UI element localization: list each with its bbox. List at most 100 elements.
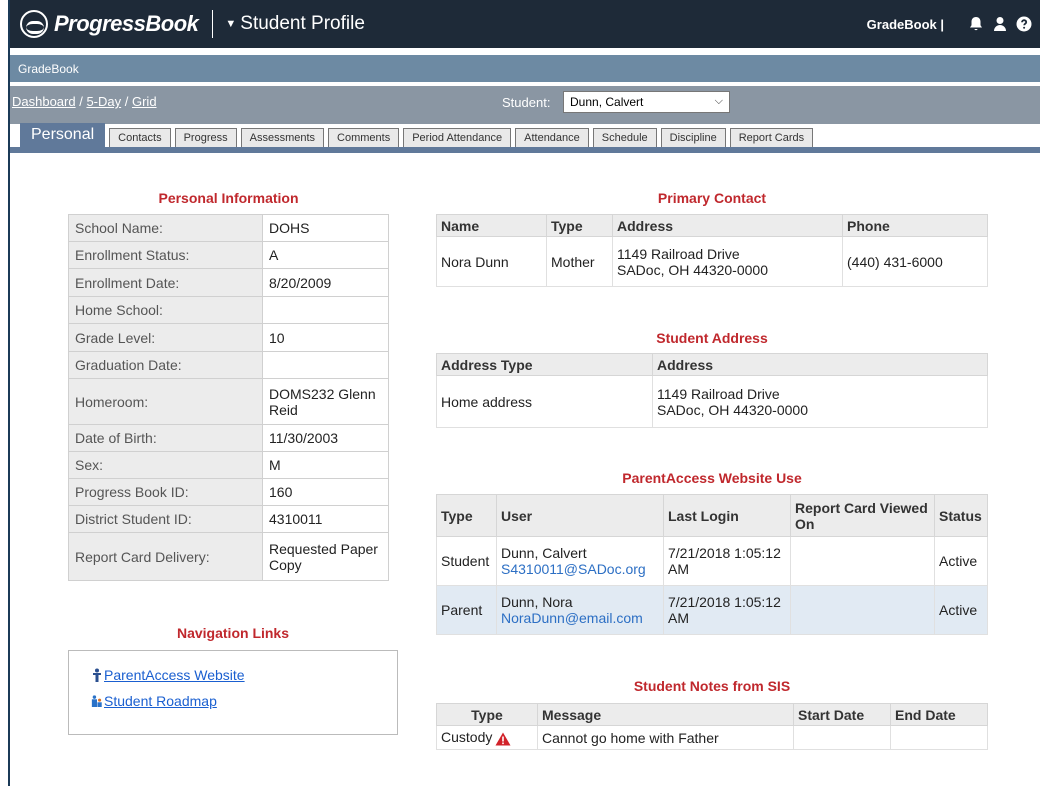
breadcrumb-dashboard[interactable]: Dashboard	[12, 94, 76, 109]
help-icon[interactable]	[1016, 16, 1032, 32]
app-frame: ProgressBook ▼ Student Profile GradeBook…	[8, 0, 1040, 786]
table-row: Student Dunn, Calvert S4310011@SADoc.org …	[436, 536, 988, 586]
field-label: School Name:	[68, 214, 263, 242]
column-header: Type	[546, 214, 613, 237]
field-label: Progress Book ID:	[68, 478, 263, 506]
table-row: District Student ID: 4310011	[68, 505, 389, 533]
note-type: Custody	[436, 725, 538, 750]
note-end-date	[890, 725, 988, 750]
person-icon	[93, 668, 101, 682]
tab-period-attendance[interactable]: Period Attendance	[403, 128, 512, 147]
tab-schedule[interactable]: Schedule	[592, 128, 657, 147]
brand-name: ProgressBook	[54, 11, 199, 36]
app-switcher[interactable]: ▼ Student Profile	[225, 13, 365, 35]
title-divider	[212, 10, 214, 38]
table-header-row: Name Type Address Phone	[436, 214, 988, 237]
subbar-gradebook-link[interactable]: GradeBook	[18, 62, 79, 76]
student-roadmap-label: Student Roadmap	[104, 693, 217, 709]
table-row: Enrollment Date: 8/20/2009	[68, 268, 389, 297]
tab-progress[interactable]: Progress	[174, 128, 237, 147]
table-row: Home address 1149 Railroad Drive SADoc, O…	[436, 375, 988, 428]
table-row: Nora Dunn Mother 1149 Railroad Drive SADo…	[436, 236, 988, 287]
tab-underline	[10, 147, 1040, 153]
student-roadmap-link[interactable]: Student Roadmap	[91, 693, 217, 709]
table-header-row: Type User Last Login Report Card Viewed …	[436, 494, 988, 537]
field-value: 10	[262, 323, 389, 352]
report-card-viewed	[790, 585, 935, 635]
column-header: Address	[612, 214, 843, 237]
field-value: 4310011	[262, 505, 389, 533]
navigation-links-box: ParentAccess Website Student Roadmap	[68, 650, 398, 735]
field-label: Sex:	[68, 451, 263, 479]
parent-access-use-table: Type User Last Login Report Card Viewed …	[436, 494, 988, 635]
column-header: Type	[436, 494, 497, 537]
last-login-date: 7/21/2018 1:05:12	[668, 545, 781, 561]
table-header-row: Type Message Start Date End Date	[436, 703, 988, 726]
column-header: User	[496, 494, 664, 537]
app-title: Student Profile	[240, 13, 365, 34]
field-label: Report Card Delivery:	[68, 532, 263, 581]
address-value: 1149 Railroad Drive SADoc, OH 44320-0000	[652, 375, 988, 428]
table-row: Parent Dunn, Nora NoraDunn@email.com 7/21…	[436, 585, 988, 635]
column-header: Type	[436, 703, 538, 726]
tab-attendance[interactable]: Attendance	[515, 128, 589, 147]
table-row: Custody Cannot go home with Father	[436, 725, 988, 750]
student-select[interactable]: Dunn, Calvert ⌵	[563, 91, 730, 113]
student-address-table: Address Type Address Home address 1149 R…	[436, 353, 988, 428]
last-login-period: AM	[668, 610, 689, 626]
user-email[interactable]: NoraDunn@email.com	[501, 610, 659, 626]
table-row: Grade Level: 10	[68, 323, 389, 352]
field-value: Requested Paper Copy	[262, 532, 389, 581]
bell-icon[interactable]	[968, 16, 984, 32]
primary-contact-title: Primary Contact	[657, 190, 767, 206]
progressbook-logo-icon	[20, 10, 48, 38]
student-selector-label: Student:	[502, 95, 551, 110]
table-row: Enrollment Status: A	[68, 241, 389, 269]
tab-assessments[interactable]: Assessments	[240, 128, 325, 147]
field-label: Grade Level:	[68, 323, 263, 352]
table-header-row: Address Type Address	[436, 353, 988, 376]
last-login: 7/21/2018 1:05:12 AM	[663, 585, 791, 635]
parent-access-website-link[interactable]: ParentAccess Website	[91, 667, 245, 683]
caret-down-icon: ▼	[225, 18, 237, 30]
breadcrumb-separator: /	[121, 94, 132, 109]
user-cell: Dunn, Nora NoraDunn@email.com	[496, 585, 664, 635]
student-notes-title: Student Notes from SIS	[633, 678, 791, 694]
column-header: Start Date	[793, 703, 891, 726]
column-header: Phone	[842, 214, 988, 237]
tab-discipline[interactable]: Discipline	[660, 128, 726, 147]
column-header: Last Login	[663, 494, 791, 537]
user-type: Parent	[436, 585, 497, 635]
gradebook-link[interactable]: GradeBook |	[867, 17, 944, 32]
note-type-label: Custody	[441, 729, 493, 746]
contact-type: Mother	[546, 236, 613, 287]
field-value	[262, 351, 389, 379]
user-email[interactable]: S4310011@SADoc.org	[501, 561, 659, 577]
tab-comments[interactable]: Comments	[328, 128, 400, 147]
student-select-value: Dunn, Calvert	[570, 95, 644, 109]
address-type: Home address	[436, 375, 653, 428]
field-value: 11/30/2003	[262, 424, 389, 452]
breadcrumb-5-day[interactable]: 5-Day	[86, 94, 121, 109]
report-card-viewed	[790, 536, 935, 586]
student-notes-table: Type Message Start Date End Date Custody…	[436, 703, 988, 750]
breadcrumb-grid[interactable]: Grid	[132, 94, 157, 109]
progressbook-logo[interactable]: ProgressBook	[10, 10, 199, 38]
user-icon[interactable]	[992, 16, 1008, 32]
column-header: Address	[652, 353, 988, 376]
top-bar: ProgressBook ▼ Student Profile GradeBook…	[10, 0, 1040, 48]
column-header: End Date	[890, 703, 988, 726]
tab-strip: Personal Contacts Progress Assessments C…	[20, 123, 817, 147]
tab-contacts[interactable]: Contacts	[109, 128, 171, 147]
column-header: Name	[436, 214, 547, 237]
table-row: Sex: M	[68, 451, 389, 479]
tab-personal[interactable]: Personal	[20, 123, 106, 147]
tab-report-cards[interactable]: Report Cards	[729, 128, 814, 147]
table-row: Graduation Date:	[68, 351, 389, 379]
field-label: Enrollment Date:	[68, 268, 263, 297]
column-header: Address Type	[436, 353, 653, 376]
field-value: 160	[262, 478, 389, 506]
address-line: 1149 Railroad Drive	[657, 385, 780, 402]
field-label: Graduation Date:	[68, 351, 263, 379]
field-label: Home School:	[68, 296, 263, 324]
